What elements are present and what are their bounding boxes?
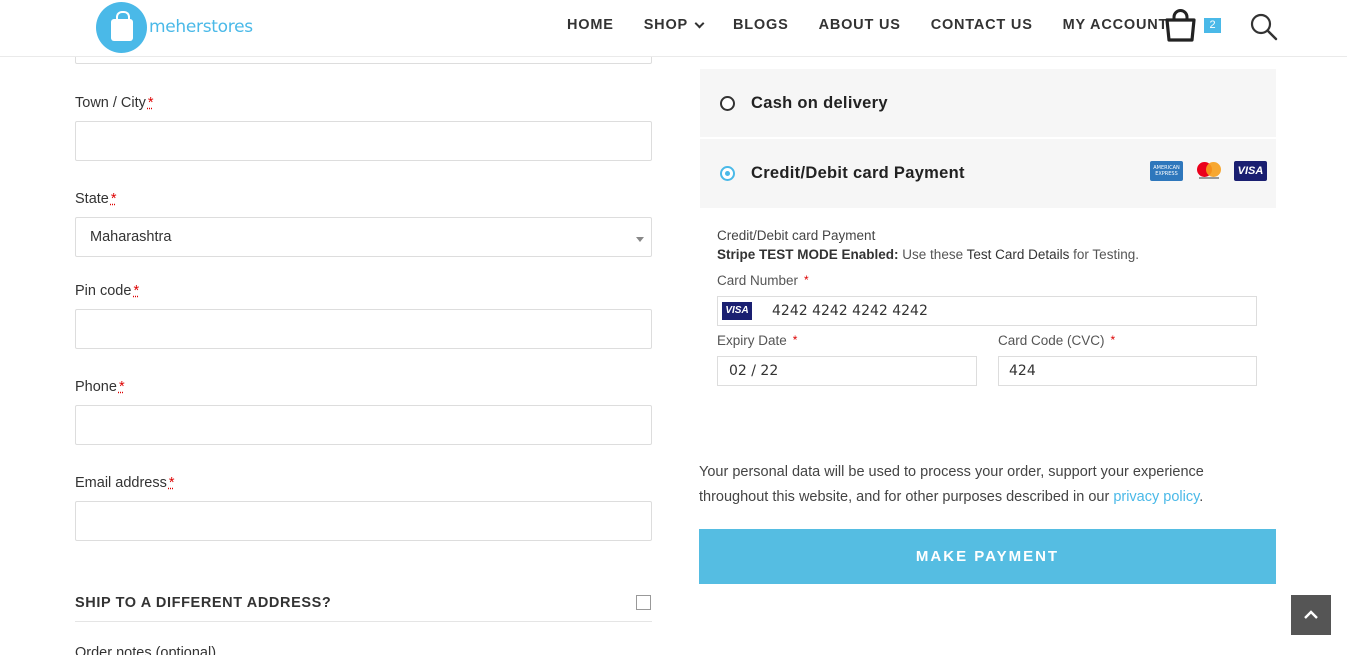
- expiry-label: Expiry Date *: [717, 333, 797, 348]
- nav-contact-label: CONTACT US: [930, 17, 1033, 33]
- pin-code-input[interactable]: [75, 309, 652, 349]
- logo-text: meherstores: [149, 17, 253, 37]
- chevron-down-icon: [694, 18, 705, 28]
- email-input[interactable]: [75, 501, 652, 541]
- cod-radio[interactable]: [720, 96, 735, 111]
- search-icon[interactable]: [1250, 13, 1278, 45]
- nav-about-label: ABOUT US: [818, 17, 901, 33]
- phone-label-text: Phone: [75, 379, 117, 395]
- nav-blogs-label: BLOGS: [733, 17, 789, 33]
- cvc-value: 424: [1009, 363, 1036, 379]
- site-logo[interactable]: meherstores: [96, 1, 253, 53]
- privacy-notice: Your personal data will be used to proce…: [699, 460, 1269, 510]
- chevron-up-icon: [1304, 610, 1318, 619]
- expiry-value: 02 / 22: [729, 363, 779, 379]
- stripe-mode-text-end: for Testing.: [1073, 247, 1139, 262]
- required-mark: *: [147, 95, 154, 111]
- pin-label-text: Pin code: [75, 283, 132, 299]
- phone-input[interactable]: [75, 405, 652, 445]
- town-input[interactable]: [75, 121, 652, 161]
- shopping-bag-icon: [1165, 9, 1196, 42]
- nav-account-label: MY ACCOUNT: [1062, 17, 1169, 33]
- card-radio[interactable]: [720, 166, 735, 181]
- visa-icon: VISA: [1234, 161, 1267, 181]
- privacy-end: .: [1199, 489, 1204, 505]
- cvc-input[interactable]: 424: [998, 356, 1257, 386]
- nav-about-us[interactable]: ABOUT US: [819, 17, 901, 33]
- required-mark: *: [1110, 333, 1116, 347]
- card-number-label-text: Card Number: [717, 273, 799, 288]
- nav-home[interactable]: HOME: [567, 17, 614, 33]
- town-label: Town / City *: [75, 95, 154, 111]
- cart-count-badge: 2: [1204, 18, 1221, 33]
- card-number-value: 4242 4242 4242 4242: [772, 303, 928, 319]
- required-mark: *: [168, 475, 175, 491]
- nav-shop-label: SHOP: [643, 17, 688, 33]
- nav-contact-us[interactable]: CONTACT US: [931, 17, 1033, 33]
- state-label-text: State: [75, 191, 109, 207]
- required-mark: *: [133, 283, 140, 299]
- state-select-value: Maharashtra: [90, 229, 172, 245]
- required-mark: *: [792, 333, 798, 347]
- nav-blogs[interactable]: BLOGS: [733, 17, 789, 33]
- card-logos: AMERICAN EXPRESS VISA: [1150, 161, 1267, 181]
- required-mark: *: [118, 379, 125, 395]
- payment-option-cod[interactable]: Cash on delivery: [700, 69, 1276, 137]
- order-notes-label: Order notes (optional): [75, 645, 217, 655]
- test-card-details-link[interactable]: Test Card Details: [967, 247, 1070, 262]
- phone-label: Phone *: [75, 379, 125, 395]
- state-select[interactable]: Maharashtra: [75, 217, 652, 257]
- email-label-text: Email address: [75, 475, 167, 491]
- nav-home-label: HOME: [567, 17, 614, 33]
- privacy-policy-link[interactable]: privacy policy: [1113, 489, 1199, 505]
- required-mark: *: [110, 191, 117, 207]
- dropdown-arrow-icon: [636, 237, 644, 242]
- card-payment-label: Credit/Debit card Payment: [751, 164, 965, 182]
- stripe-mode-text: Use these: [902, 247, 964, 262]
- expiry-label-text: Expiry Date: [717, 333, 787, 348]
- make-payment-button[interactable]: MAKE PAYMENT: [699, 529, 1276, 584]
- email-label: Email address *: [75, 475, 175, 491]
- main-nav: HOME SHOP BLOGS ABOUT US CONTACT US MY A…: [567, 0, 1198, 50]
- ship-different-title: SHIP TO A DIFFERENT ADDRESS?: [75, 595, 332, 611]
- expiry-input[interactable]: 02 / 22: [717, 356, 977, 386]
- required-mark: *: [804, 273, 809, 287]
- payment-option-card[interactable]: Credit/Debit card Payment AMERICAN EXPRE…: [700, 139, 1276, 208]
- cvc-label-text: Card Code (CVC): [998, 333, 1105, 348]
- pin-label: Pin code *: [75, 283, 139, 299]
- stripe-test-mode-note: Stripe TEST MODE Enabled: Use these Test…: [717, 247, 1139, 262]
- cart-button[interactable]: 2: [1164, 8, 1224, 44]
- state-label: State *: [75, 191, 117, 207]
- cvc-label: Card Code (CVC) *: [998, 333, 1115, 348]
- nav-shop[interactable]: SHOP: [643, 17, 705, 33]
- ship-different-address: SHIP TO A DIFFERENT ADDRESS?: [75, 588, 652, 622]
- amex-icon: AMERICAN EXPRESS: [1150, 161, 1183, 181]
- card-number-label: Card Number *: [717, 273, 809, 288]
- mastercard-icon: [1193, 161, 1226, 181]
- nav-my-account[interactable]: MY ACCOUNT: [1063, 17, 1168, 33]
- site-header: meherstores HOME SHOP BLOGS ABOUT US CON…: [0, 0, 1347, 57]
- ship-different-checkbox[interactable]: [636, 595, 651, 610]
- card-number-input[interactable]: VISA 4242 4242 4242 4242: [717, 296, 1257, 326]
- visa-icon: VISA: [722, 302, 752, 320]
- town-label-text: Town / City: [75, 95, 146, 111]
- scroll-to-top-button[interactable]: [1291, 595, 1331, 635]
- stripe-mode-bold: Stripe TEST MODE Enabled:: [717, 247, 899, 262]
- stripe-description: Credit/Debit card Payment: [717, 228, 876, 243]
- shopping-bag-logo-icon: [96, 1, 147, 53]
- cod-label: Cash on delivery: [751, 94, 888, 112]
